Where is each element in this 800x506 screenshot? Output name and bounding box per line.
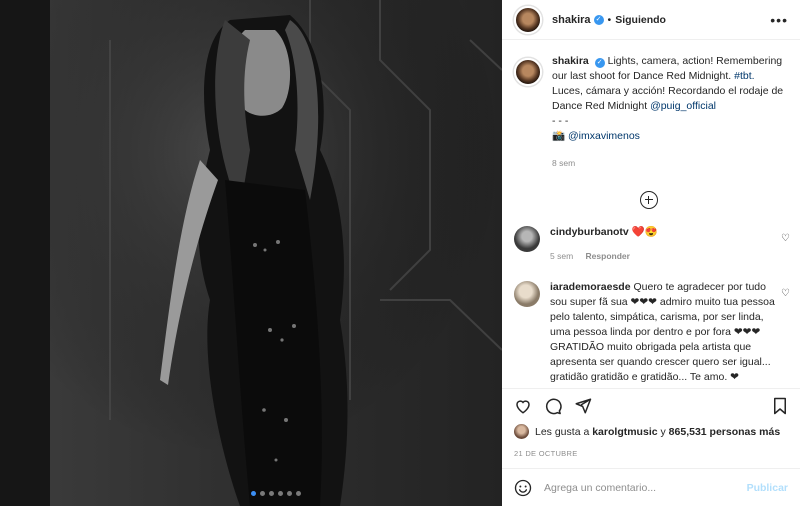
carousel-dot (260, 491, 265, 496)
carousel-dot (278, 491, 283, 496)
comment-icon[interactable] (544, 397, 562, 415)
post-header: shakira ✓ • Siguiendo ••• (502, 0, 800, 40)
carousel-indicator (50, 491, 502, 496)
carousel-dot (296, 491, 301, 496)
caption-username[interactable]: shakira (552, 55, 589, 67)
comment-composer: Publicar (502, 468, 800, 506)
add-comment-icon[interactable] (640, 191, 658, 209)
caption-hashtag[interactable]: #tbt. (734, 70, 754, 82)
carousel-dot (251, 491, 256, 496)
commenter-username[interactable]: iarademoraesde (550, 281, 631, 293)
reply-button[interactable]: Responder (586, 251, 630, 261)
header-separator: • (607, 13, 612, 26)
author-avatar[interactable] (514, 5, 542, 34)
liker-avatar[interactable] (514, 424, 529, 439)
emoji-icon[interactable] (514, 479, 532, 497)
post-side-panel: shakira ✓ • Siguiendo ••• shakira ✓ Ligh… (502, 0, 800, 506)
comment-like-heart-icon[interactable]: ♡ (781, 288, 790, 299)
caption-avatar[interactable] (514, 58, 542, 86)
likes-count[interactable]: 865,531 personas más (669, 426, 781, 438)
verified-icon: ✓ (593, 14, 604, 25)
comment-text: Quero te agradecer por tudo sou super fã… (550, 281, 775, 383)
following-button[interactable]: Siguiendo (615, 14, 666, 26)
post-actions: Les gusta a karolgtmusic y 865,531 perso… (502, 388, 800, 458)
comment-body: cindyburbanotv ❤️😍 5 sem Responder (550, 225, 778, 264)
comment-meta: 5 sem Responder (550, 249, 778, 264)
likes-prefix: Les gusta a (535, 425, 590, 438)
author-username[interactable]: shakira (552, 14, 591, 26)
verified-icon: ✓ (594, 58, 605, 68)
caption-time[interactable]: 8 sem (552, 156, 788, 171)
publish-button[interactable]: Publicar (747, 482, 788, 494)
more-icon[interactable]: ••• (770, 12, 788, 28)
camera-emoji: 📸 (552, 130, 566, 142)
comment-body: iarademoraesde Quero te agradecer por tu… (550, 280, 778, 385)
carousel-dot (287, 491, 292, 496)
likes-middle: y (660, 425, 666, 438)
caption-mention[interactable]: @puig_official (650, 100, 716, 112)
comment-like-heart-icon[interactable]: ♡ (781, 233, 790, 244)
post-date[interactable]: 21 DE OCTUBRE (514, 449, 788, 458)
post-caption: shakira ✓ Lights, camera, action! Rememb… (502, 40, 800, 171)
post-photo[interactable]: › (50, 0, 502, 506)
heart-icon[interactable] (514, 397, 532, 415)
comment-input[interactable] (544, 481, 747, 494)
post-modal: › shakira ✓ • Siguiendo ••• shakira ✓ (0, 0, 800, 506)
carousel-dot (269, 491, 274, 496)
comment-time[interactable]: 5 sem (550, 251, 573, 261)
commenter-avatar[interactable] (514, 281, 540, 307)
comment-item: cindyburbanotv ❤️😍 5 sem Responder ♡ (502, 225, 800, 264)
action-bar (514, 394, 788, 418)
comment-item: iarademoraesde Quero te agradecer por tu… (502, 280, 800, 385)
caption-dashes: - - - (552, 115, 569, 127)
likes-summary: Les gusta a karolgtmusic y 865,531 perso… (514, 424, 788, 439)
bookmark-icon[interactable] (772, 397, 788, 415)
commenter-username[interactable]: cindyburbanotv (550, 226, 629, 238)
share-icon[interactable] (574, 397, 592, 415)
liker-username[interactable]: karolgtmusic (592, 426, 657, 438)
photo-image (50, 0, 502, 506)
comment-text: ❤️😍 (631, 226, 658, 238)
caption-body: shakira ✓ Lights, camera, action! Rememb… (552, 54, 788, 171)
commenter-avatar[interactable] (514, 226, 540, 252)
photographer-mention[interactable]: @imxavimenos (568, 130, 640, 142)
